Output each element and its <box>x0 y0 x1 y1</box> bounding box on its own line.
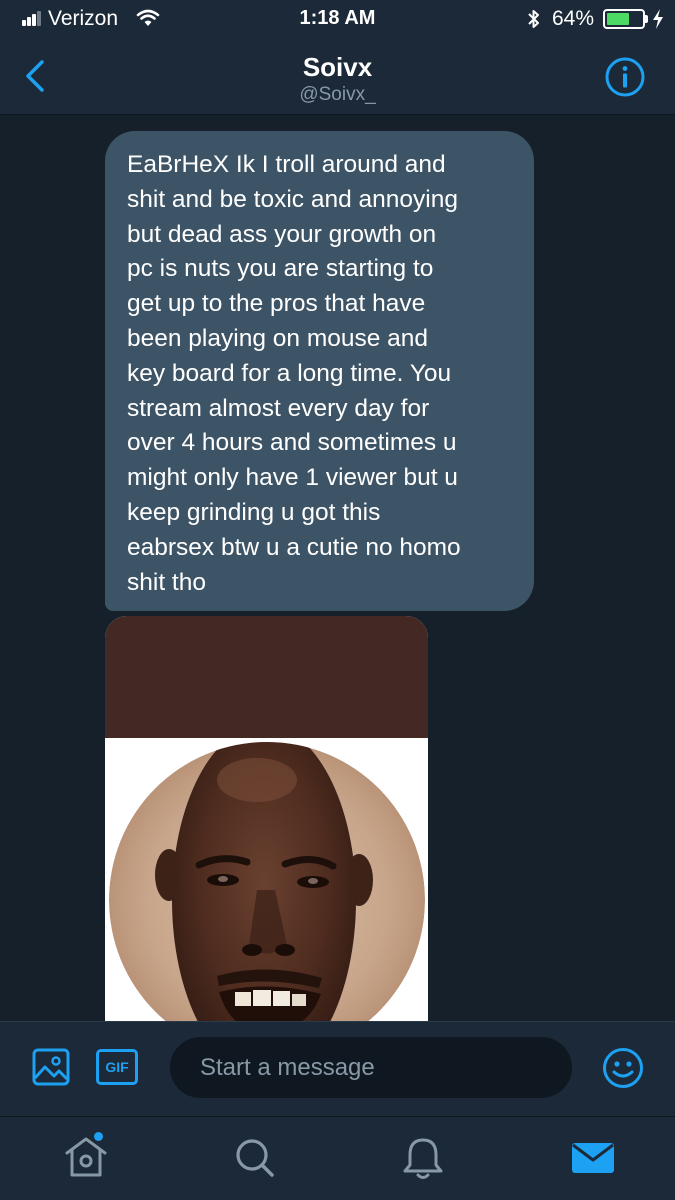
received-image-message[interactable] <box>105 616 428 1036</box>
battery-tip <box>645 15 648 23</box>
tab-bar <box>0 1116 675 1200</box>
dm-conversation-screen: Verizon 1:18 AM 64% Soivx @Soivx_ EaBrHe… <box>0 0 675 1200</box>
status-bar: Verizon 1:18 AM 64% <box>0 0 675 40</box>
home-icon <box>65 1137 107 1177</box>
message-input[interactable] <box>170 1037 572 1098</box>
info-icon[interactable] <box>604 56 646 98</box>
message-composer: GIF <box>0 1021 675 1116</box>
charging-bolt-icon <box>653 9 663 29</box>
battery-percent: 64% <box>552 7 595 30</box>
image-icon[interactable] <box>32 1048 70 1086</box>
battery-level-fill <box>607 13 629 25</box>
home-notification-dot <box>94 1132 103 1141</box>
tab-messages[interactable] <box>568 1133 618 1183</box>
tab-home[interactable] <box>61 1132 111 1183</box>
conversation-header: Soivx @Soivx_ <box>0 40 675 115</box>
received-message-bubble[interactable]: EaBrHeX Ik I troll around and shit and b… <box>105 131 534 611</box>
bluetooth-icon <box>528 10 539 28</box>
search-icon <box>236 1139 274 1177</box>
smiley-icon[interactable] <box>602 1047 644 1089</box>
image-dark-band <box>105 616 428 738</box>
battery-icon <box>603 9 645 29</box>
profile-photo-face <box>109 742 425 1036</box>
gif-button[interactable]: GIF <box>96 1049 138 1085</box>
conversation-title[interactable]: Soivx <box>0 52 675 83</box>
tab-search[interactable] <box>230 1133 280 1183</box>
bell-icon <box>403 1138 443 1179</box>
conversation-handle: @Soivx_ <box>299 84 376 105</box>
envelope-icon <box>572 1143 614 1173</box>
tab-notifications[interactable] <box>398 1133 448 1183</box>
